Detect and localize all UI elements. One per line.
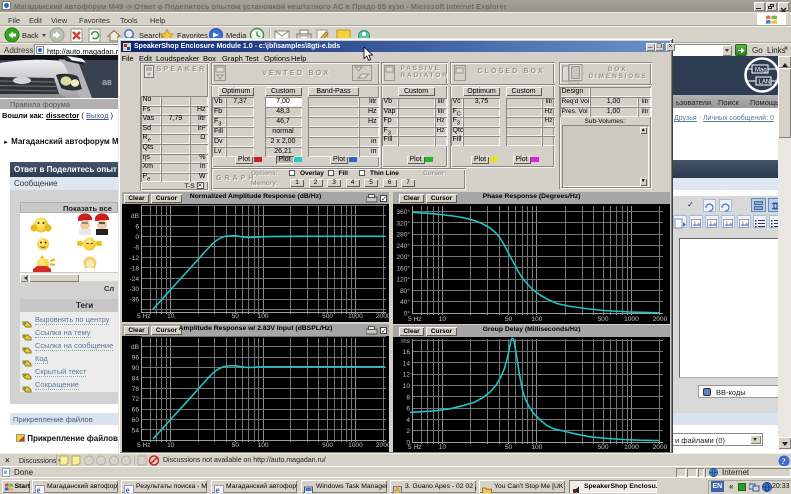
svg-text:50: 50 bbox=[505, 444, 513, 451]
svg-text:2000: 2000 bbox=[653, 316, 668, 323]
svg-text:1000: 1000 bbox=[348, 313, 363, 320]
svg-text:5 Hz: 5 Hz bbox=[408, 444, 422, 451]
svg-text:80°: 80° bbox=[400, 287, 410, 295]
svg-text:1000: 1000 bbox=[624, 316, 639, 323]
svg-text:e: e bbox=[37, 485, 41, 493]
svg-text:1000: 1000 bbox=[348, 442, 363, 449]
svg-text:5 Hz: 5 Hz bbox=[137, 442, 151, 449]
svg-text:360°: 360° bbox=[396, 208, 410, 216]
svg-text:100: 100 bbox=[258, 313, 269, 320]
svg-text:500: 500 bbox=[322, 313, 333, 320]
svg-text:10: 10 bbox=[403, 383, 411, 390]
svg-text:-36: -36 bbox=[129, 297, 139, 304]
svg-text:10: 10 bbox=[439, 444, 447, 451]
svg-text:Back: Back bbox=[22, 31, 39, 40]
svg-text:500: 500 bbox=[597, 444, 608, 451]
svg-text:6: 6 bbox=[406, 406, 410, 413]
svg-text:96: 96 bbox=[132, 355, 140, 362]
svg-text:-6: -6 bbox=[133, 245, 139, 252]
svg-text:50: 50 bbox=[505, 316, 513, 323]
svg-text:16: 16 bbox=[403, 349, 411, 356]
svg-text:2: 2 bbox=[406, 428, 410, 435]
svg-text:5 Hz: 5 Hz bbox=[408, 316, 422, 323]
svg-text:78: 78 bbox=[132, 386, 140, 393]
svg-text:100: 100 bbox=[531, 316, 542, 323]
svg-text:240°: 240° bbox=[396, 242, 410, 250]
svg-text:6: 6 bbox=[135, 224, 139, 231]
svg-text:1000: 1000 bbox=[624, 444, 639, 451]
svg-text:2000: 2000 bbox=[376, 313, 389, 320]
svg-text:LAN: LAN bbox=[759, 80, 771, 86]
svg-text:ав: ав bbox=[102, 77, 112, 87]
svg-text:e: e bbox=[216, 485, 220, 493]
svg-text:e: e bbox=[126, 485, 130, 493]
svg-text:10: 10 bbox=[167, 442, 175, 449]
svg-text:50: 50 bbox=[232, 313, 240, 320]
svg-text:5 Hz: 5 Hz bbox=[137, 313, 151, 320]
svg-text:-30: -30 bbox=[129, 286, 139, 293]
svg-text:2000: 2000 bbox=[376, 442, 389, 449]
svg-text:10: 10 bbox=[167, 313, 175, 320]
svg-text:500: 500 bbox=[597, 316, 608, 323]
svg-text:?: ? bbox=[782, 457, 786, 466]
svg-text:0: 0 bbox=[135, 234, 139, 241]
svg-text:84: 84 bbox=[132, 375, 140, 382]
svg-text:100: 100 bbox=[258, 442, 269, 449]
svg-text:72: 72 bbox=[132, 396, 140, 403]
svg-text:500: 500 bbox=[322, 442, 333, 449]
svg-text:Mag: Mag bbox=[755, 68, 767, 74]
svg-text:280°: 280° bbox=[396, 231, 410, 239]
svg-text:10: 10 bbox=[439, 316, 447, 323]
svg-text:dB: dB bbox=[131, 344, 140, 351]
svg-text:54: 54 bbox=[132, 427, 140, 434]
svg-text:-18: -18 bbox=[129, 265, 139, 272]
svg-text:8: 8 bbox=[406, 394, 410, 401]
svg-text:66: 66 bbox=[132, 407, 140, 414]
svg-text:dB: dB bbox=[131, 213, 140, 220]
svg-text:90: 90 bbox=[132, 365, 140, 372]
svg-text:-24: -24 bbox=[129, 276, 139, 283]
svg-text:12: 12 bbox=[403, 372, 411, 379]
svg-text:40°: 40° bbox=[400, 298, 410, 306]
svg-text:14: 14 bbox=[403, 360, 411, 367]
svg-text:320°: 320° bbox=[396, 219, 410, 227]
svg-text:4: 4 bbox=[406, 417, 410, 424]
svg-text:100: 100 bbox=[531, 444, 542, 451]
svg-text:2000: 2000 bbox=[653, 444, 668, 451]
svg-text:-12: -12 bbox=[129, 255, 139, 262]
svg-text:60: 60 bbox=[132, 417, 140, 424]
svg-text:50: 50 bbox=[232, 442, 240, 449]
svg-text:120°: 120° bbox=[396, 276, 410, 284]
svg-text:ms: ms bbox=[401, 338, 410, 345]
svg-text:160°: 160° bbox=[396, 264, 410, 272]
svg-text:200°: 200° bbox=[396, 253, 410, 261]
